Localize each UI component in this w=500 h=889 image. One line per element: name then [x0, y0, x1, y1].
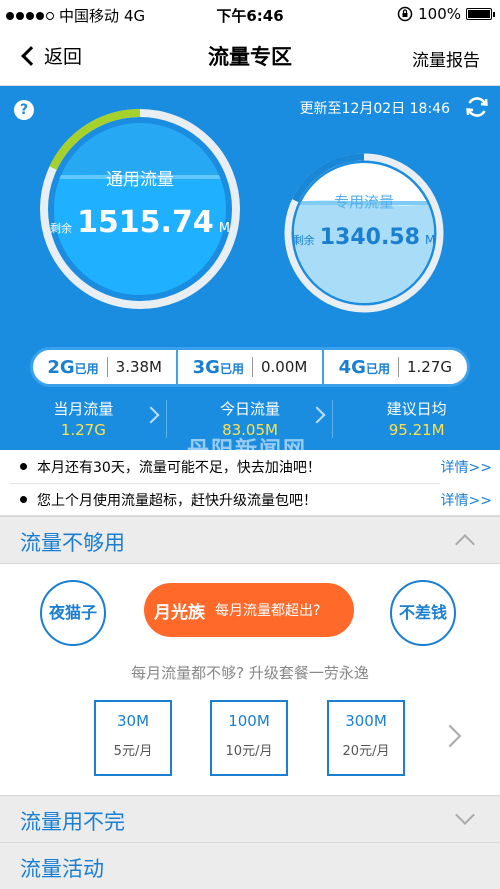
general-traffic-label: 通用流量	[106, 170, 174, 190]
chevron-up-icon	[455, 534, 475, 554]
chevron-right-icon[interactable]	[438, 724, 462, 748]
app-root: 中国移动 4G 下午6:46 100% 返回 流量专区 流量报告 ? 更新至12…	[0, 0, 500, 889]
gen-3g-used-label: 已用	[219, 361, 244, 376]
gen-4g-used-label: 已用	[365, 361, 390, 376]
dedicated-remain-prefix: 剩余	[292, 234, 315, 247]
stat-today-label: 今日流量	[220, 400, 281, 418]
package-30m[interactable]: 30M 5元/月	[94, 700, 172, 776]
section-insufficient-body: 夜猫子 月光族 每月流量都超出? 不差钱 每月流量都不够? 升级套餐一劳永逸 3…	[0, 564, 500, 795]
general-traffic-dial[interactable]: 通用流量 剩余 1515.74 M	[40, 109, 240, 309]
traffic-report-button[interactable]: 流量报告	[412, 46, 480, 71]
bullet-icon	[20, 463, 27, 470]
package-price: 20元/月	[342, 744, 390, 759]
generation-usage-bar: 2G已用 3.38M 3G已用 0.00M 4G已用 1.27G	[30, 347, 470, 387]
gen-3g-name: 3G	[192, 356, 220, 378]
notice-details-link[interactable]: 详情>>	[441, 457, 492, 477]
status-bar: 中国移动 4G 下午6:46 100%	[0, 0, 500, 28]
type-big-spender[interactable]: 不差钱	[390, 580, 456, 646]
gen-3g-value: 0.00M	[260, 358, 308, 376]
divider	[397, 357, 399, 377]
stat-daily-suggest: 建议日均 95.21M	[333, 396, 500, 444]
notice-details-link[interactable]: 详情>>	[441, 490, 492, 510]
dedicated-remain-unit: M	[425, 233, 436, 247]
package-100m[interactable]: 100M 10元/月	[210, 700, 288, 776]
bullet-icon	[20, 496, 27, 503]
gen-4g-name: 4G	[338, 356, 366, 378]
type-night-owl[interactable]: 夜猫子	[40, 580, 106, 646]
notice-item[interactable]: 您上个月使用流量超标，赶快升级流量包吧！ 详情>>	[0, 483, 500, 516]
refresh-icon[interactable]	[464, 94, 490, 120]
dedicated-remain-value: 1340.58	[319, 225, 420, 250]
chevron-down-icon	[455, 805, 475, 825]
upgrade-tip: 每月流量都不够? 升级套餐一劳永逸	[131, 664, 369, 682]
general-remain-value: 1515.74	[77, 205, 214, 240]
battery-percent: 100%	[418, 5, 461, 23]
battery-icon	[466, 8, 495, 20]
notice-list: 本月还有30天，流量可能不足，快去加油吧！ 详情>> 您上个月使用流量超标，赶快…	[0, 450, 500, 516]
gen-2g-name: 2G	[47, 356, 75, 378]
general-traffic-remaining: 剩余 1515.74 M	[40, 205, 240, 240]
stat-month[interactable]: 当月流量 1.27G	[0, 396, 167, 444]
gen-2g-value: 3.38M	[115, 358, 162, 376]
stat-month-value: 1.27G	[60, 421, 106, 439]
stat-daily-value: 95.21M	[388, 421, 445, 439]
update-time: 更新至12月02日 18:46	[299, 101, 450, 117]
divider	[106, 357, 108, 377]
section-insufficient-header[interactable]: 流量不够用	[0, 516, 500, 564]
package-price: 10元/月	[225, 744, 273, 759]
divider	[251, 357, 253, 377]
status-right: 100%	[397, 5, 495, 23]
notice-text: 本月还有30天，流量可能不足，快去加油吧！	[37, 459, 321, 476]
gen-2g: 2G已用 3.38M	[33, 350, 179, 384]
package-size: 30M	[116, 712, 150, 730]
notice-text: 您上个月使用流量超标，赶快升级流量包吧！	[37, 492, 317, 509]
section-excess-header[interactable]: 流量用不完	[0, 795, 500, 843]
dedicated-traffic-dial[interactable]: 专用流量 剩余 1340.58 M	[284, 153, 444, 313]
package-price: 5元/月	[113, 744, 153, 759]
section-activity-title: 流量活动	[20, 857, 104, 881]
help-icon[interactable]: ?	[14, 100, 34, 120]
stat-month-label: 当月流量	[53, 400, 114, 418]
usage-panel: ? 更新至12月02日 18:46 通用流量 剩余 1515.74 M 专用流量…	[0, 86, 500, 450]
gen-4g-value: 1.27G	[406, 358, 452, 376]
featured-type-label: 月光族	[154, 602, 205, 623]
section-activity-header[interactable]: 流量活动	[0, 842, 500, 889]
gen-2g-used-label: 已用	[74, 361, 99, 376]
gen-4g: 4G已用 1.27G	[324, 350, 467, 384]
general-remain-unit: M	[218, 221, 231, 236]
section-excess-title: 流量用不完	[20, 810, 125, 834]
nav-bar: 返回 流量专区 流量报告	[0, 28, 500, 86]
notice-item[interactable]: 本月还有30天，流量可能不足，快去加油吧！ 详情>>	[0, 450, 500, 483]
section-insufficient-title: 流量不够用	[20, 531, 125, 555]
package-size: 300M	[345, 712, 387, 730]
general-remain-prefix: 剩余	[49, 222, 72, 235]
stat-daily-label: 建议日均	[386, 400, 447, 418]
dedicated-traffic-label: 专用流量	[333, 193, 394, 211]
gen-3g: 3G已用 0.00M	[178, 350, 324, 384]
package-size: 100M	[228, 712, 270, 730]
package-300m[interactable]: 300M 20元/月	[327, 700, 405, 776]
type-moonlight-featured[interactable]: 月光族 每月流量都超出?	[144, 583, 354, 637]
featured-type-desc: 每月流量都超出?	[215, 603, 321, 619]
dedicated-traffic-remaining: 剩余 1340.58 M	[284, 225, 444, 250]
rotation-lock-icon	[397, 6, 413, 22]
